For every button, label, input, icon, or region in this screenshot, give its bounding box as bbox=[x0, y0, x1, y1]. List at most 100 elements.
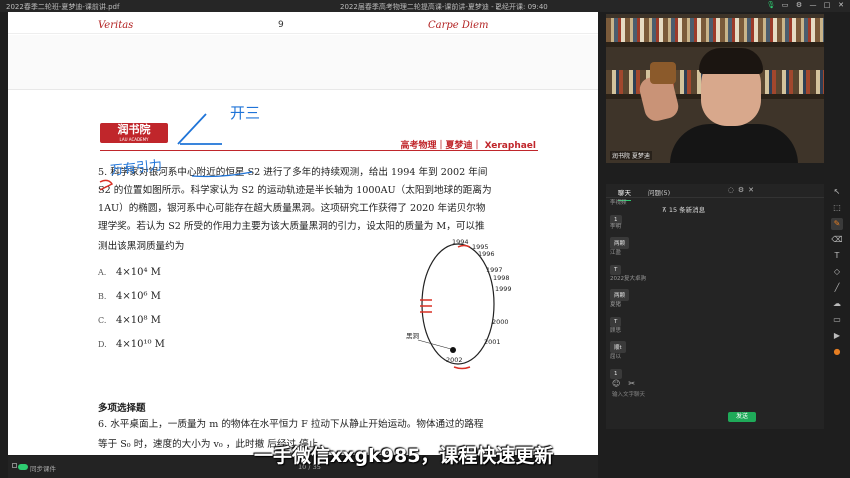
annotation-underline bbox=[191, 171, 253, 178]
cloud-icon[interactable]: ☁ bbox=[831, 298, 843, 310]
label-black-hole: 黑洞 bbox=[406, 331, 420, 340]
video-label: 润书院 夏梦迪 bbox=[610, 151, 652, 160]
option-letter: B. bbox=[98, 292, 107, 301]
text-icon[interactable]: T bbox=[831, 250, 843, 262]
window-controls: 🎙 ▭ ⚙ — □ ✕ bbox=[766, 1, 846, 10]
chat-input[interactable]: 输入文字聊天 bbox=[612, 390, 752, 398]
emoji-icon[interactable]: ☺ bbox=[612, 379, 620, 388]
annotation-angle bbox=[177, 113, 222, 145]
close-icon[interactable]: ✕ bbox=[748, 186, 754, 194]
option-c: C. 4×10⁸ M bbox=[98, 315, 161, 326]
orbit-figure: 1994 1995 1996 1997 1998 1999 2000 2001 … bbox=[406, 238, 512, 370]
label-1994: 1994 bbox=[452, 238, 469, 246]
chat-message: 屈以 1 bbox=[610, 352, 622, 379]
option-a: A. 4×10⁴ M bbox=[98, 267, 161, 278]
tab-questions[interactable]: 问题(5) bbox=[648, 187, 670, 197]
class-timer: 已经开课: 09:40 bbox=[495, 3, 548, 11]
option-text: 4×10⁶ M bbox=[116, 291, 161, 302]
chat-message: 2022复大卓驹 两颗 bbox=[610, 274, 646, 301]
select-icon[interactable]: ⬚ bbox=[831, 202, 843, 214]
pdf-page: Veritas 9 Carpe Diem 润书院 LAU ACADEMY 高考物… bbox=[8, 12, 598, 455]
close-icon[interactable]: ✕ bbox=[836, 1, 846, 10]
tab-chat[interactable]: 聊天 bbox=[618, 187, 631, 201]
option-letter: A. bbox=[98, 268, 107, 277]
chat-tabs: 聊天 问题(5) ◌ ⚙ ✕ bbox=[606, 184, 824, 201]
title-bar: 2022春季二轮班-夏梦迪-课前讲.pdf 2022届春季高考物理二轮提高课-课… bbox=[0, 0, 850, 12]
mic-icon[interactable]: 🎙 bbox=[766, 1, 776, 10]
camera-icon[interactable]: ▭ bbox=[780, 1, 790, 10]
cup bbox=[650, 62, 676, 84]
chat-author: 李明 bbox=[610, 224, 622, 230]
whiteboard-toolbar: ↖ ⬚ ✎ ⌫ T ◇ ╱ ☁ ▭ ▶ ● bbox=[828, 186, 846, 356]
scissors-icon[interactable]: ✂ bbox=[628, 379, 635, 388]
label-1996: 1996 bbox=[478, 250, 495, 258]
thumbnail-toggle-icon[interactable] bbox=[12, 463, 17, 468]
annotation-red-squiggle bbox=[99, 179, 114, 191]
page-gap bbox=[8, 35, 598, 90]
chat-message: 夏猪 T bbox=[610, 300, 622, 327]
chat-author: 屈以 bbox=[610, 354, 622, 360]
annotation-handwriting-kepler: 开三 bbox=[230, 104, 261, 122]
chat-message: 顾思 顺t bbox=[610, 326, 626, 353]
subtitle-overlay: 一手微信xxgk985，课程快速更新 bbox=[254, 445, 554, 467]
label-2002: 2002 bbox=[446, 356, 463, 364]
chat-author: 江盈 bbox=[610, 250, 622, 256]
settings-icon[interactable]: ⚙ bbox=[794, 1, 804, 10]
person-body bbox=[670, 124, 798, 163]
chat-author: 顾思 bbox=[610, 328, 622, 334]
unread-notice[interactable]: ⊼ 15 条新消息 bbox=[662, 204, 705, 214]
bookshelf-board bbox=[606, 42, 824, 47]
eraser-icon[interactable]: ⌫ bbox=[831, 234, 843, 246]
option-b: B. 4×10⁶ M bbox=[98, 291, 161, 302]
window-title-left: 2022春季二轮班-夏梦迪-课前讲.pdf bbox=[6, 3, 120, 11]
orbit-ellipse bbox=[421, 243, 495, 365]
question-line-4: 理学奖。若认为 S2 所受的作用力主要为该大质量黑洞的引力，设太阳的质量为 M，… bbox=[98, 221, 485, 232]
label-1997: 1997 bbox=[486, 266, 503, 274]
chat-text: 1 bbox=[610, 369, 622, 379]
chat-message: 李明 两颗 bbox=[610, 222, 630, 249]
minimize-icon[interactable]: — bbox=[808, 1, 818, 10]
option-d: D. 4×10¹⁰ M bbox=[98, 339, 165, 350]
gear-icon[interactable]: ⚙ bbox=[738, 186, 744, 194]
page-number: 9 bbox=[278, 20, 284, 30]
option-text: 4×10¹⁰ M bbox=[116, 339, 165, 350]
annotation-red-underline bbox=[453, 366, 471, 370]
line-icon[interactable]: ╱ bbox=[831, 282, 843, 294]
comment-icon[interactable]: ◌ bbox=[728, 186, 734, 194]
video-icon[interactable]: ▶ bbox=[831, 330, 843, 342]
chat-message: 江盈 T bbox=[610, 248, 622, 275]
label-1999: 1999 bbox=[495, 285, 512, 293]
previous-page-footer: Veritas 9 Carpe Diem bbox=[8, 12, 598, 34]
option-letter: C. bbox=[98, 316, 107, 325]
chat-tab-icons: ◌ ⚙ ✕ bbox=[728, 186, 754, 194]
window-title-center: 2022届春季高考物理二轮提高课-课前讲-夏梦迪 - 2 bbox=[340, 3, 501, 11]
header-right-motto: Carpe Diem bbox=[428, 20, 489, 31]
option-text: 4×10⁸ M bbox=[116, 315, 161, 326]
send-button[interactable]: 发送 bbox=[728, 412, 756, 422]
pointer-icon[interactable]: ↖ bbox=[831, 186, 843, 198]
sync-label: 同步课件 bbox=[30, 465, 56, 473]
black-hole-leader bbox=[417, 339, 452, 350]
books-row bbox=[606, 18, 824, 42]
label-1998: 1998 bbox=[493, 274, 510, 282]
chat-author: 李视频 bbox=[610, 200, 627, 206]
option-text: 4×10⁴ M bbox=[116, 267, 161, 278]
annotation-red-top bbox=[457, 244, 471, 248]
label-2001: 2001 bbox=[484, 338, 501, 346]
label-2000: 2000 bbox=[492, 318, 509, 326]
sync-toggle[interactable] bbox=[18, 464, 28, 470]
maximize-icon[interactable]: □ bbox=[822, 1, 832, 10]
option-letter: D. bbox=[98, 340, 107, 349]
shape-icon[interactable]: ◇ bbox=[831, 266, 843, 278]
group-icon[interactable]: ● bbox=[831, 346, 843, 358]
pen-icon[interactable]: ✎ bbox=[831, 218, 843, 230]
question-line-3: 1AU）的椭圆，银河系中心可能存在超大质量黑洞。这项研究工作获得了 2020 年… bbox=[98, 203, 486, 214]
question6-line-1: 6. 水平桌面上，一质量为 m 的物体在水平恒力 F 拉动下从静止开始运动。物体… bbox=[98, 419, 484, 430]
chat-panel: 聊天 问题(5) ◌ ⚙ ✕ ⊼ 15 条新消息 李视频 1 李明 两颗 江盈 … bbox=[606, 184, 824, 429]
black-hole-dot bbox=[450, 347, 456, 353]
section-title: 多项选择题 bbox=[98, 403, 146, 414]
teacher-video: 润书院 夏梦迪 bbox=[606, 14, 824, 163]
chat-author: 2022复大卓驹 bbox=[610, 276, 646, 282]
header-left-motto: Veritas bbox=[98, 20, 134, 31]
screenshot-icon[interactable]: ▭ bbox=[831, 314, 843, 326]
